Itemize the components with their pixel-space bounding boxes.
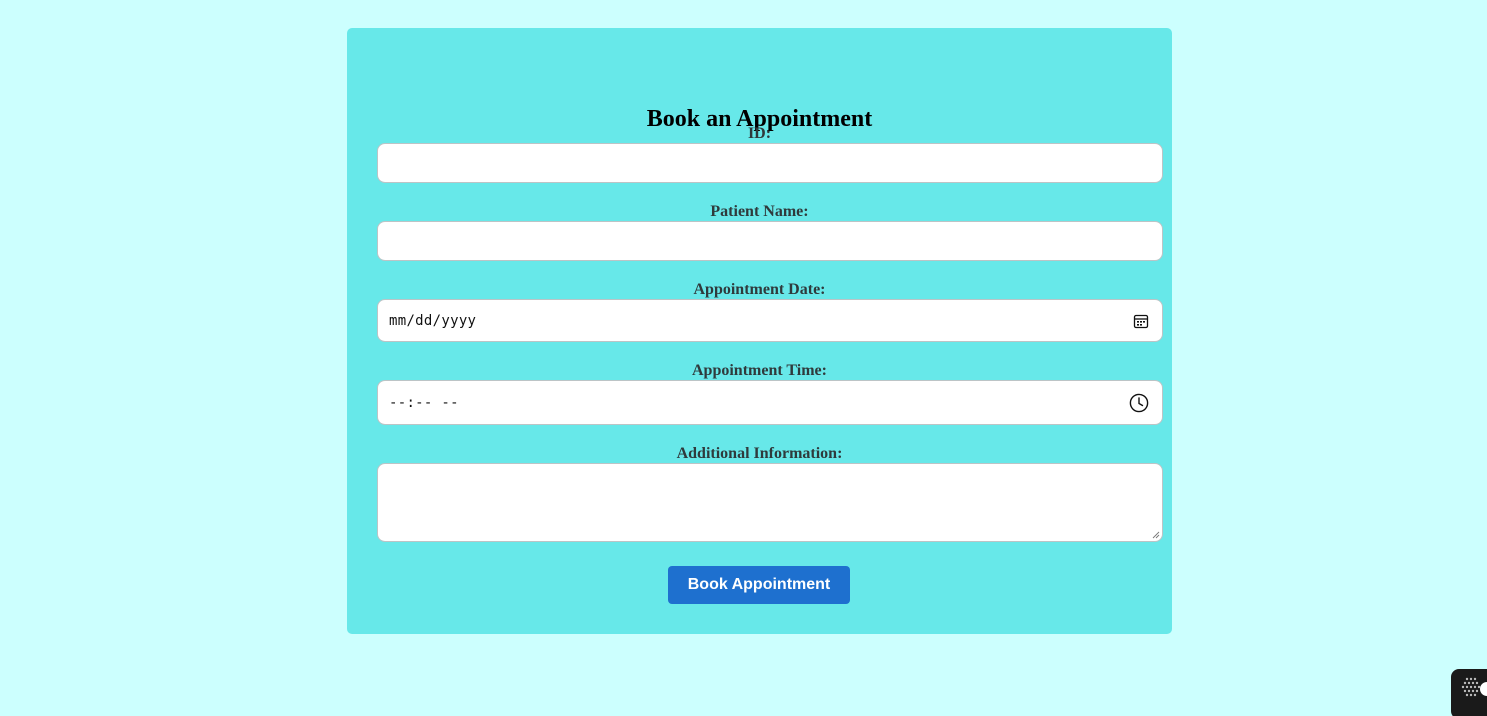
book-appointment-button[interactable]: Book Appointment: [668, 566, 850, 604]
calendar-icon[interactable]: [1132, 312, 1150, 330]
appointment-time-label: Appointment Time:: [692, 362, 827, 379]
resize-handle-icon[interactable]: [1152, 531, 1160, 539]
appointment-date-input[interactable]: mm/dd/yyyy: [377, 299, 1163, 342]
additional-info-label: Additional Information:: [676, 445, 843, 462]
appointment-date-label: Appointment Date:: [693, 281, 826, 298]
appointment-time-placeholder: --:-- --: [389, 394, 459, 411]
patient-name-label: Patient Name:: [710, 203, 809, 220]
patient-name-input[interactable]: [377, 221, 1163, 261]
id-label: ID:: [747, 125, 772, 142]
page: Book an Appointment ID: Patient Name: Ap…: [0, 0, 1487, 716]
clock-icon[interactable]: [1129, 393, 1149, 413]
appointment-date-placeholder: mm/dd/yyyy: [389, 312, 477, 329]
blackbox-logo-icon[interactable]: [1451, 669, 1487, 716]
id-input[interactable]: [377, 143, 1163, 183]
appointment-time-input[interactable]: --:-- --: [377, 380, 1163, 425]
additional-info-textarea[interactable]: [377, 463, 1163, 542]
